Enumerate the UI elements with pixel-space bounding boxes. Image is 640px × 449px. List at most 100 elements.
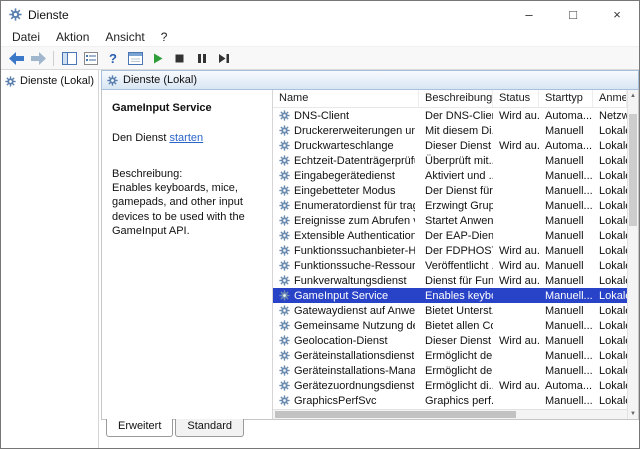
vertical-scrollbar[interactable]: ▲ ▼ <box>627 90 638 419</box>
tab-erweitert[interactable]: Erweitert <box>106 419 173 437</box>
table-row[interactable]: Extensible Authentication-P... Der EAP-D… <box>273 228 627 243</box>
minimize-button[interactable]: – <box>507 1 551 28</box>
help-button[interactable]: ? <box>103 48 123 68</box>
pause-service-button[interactable] <box>191 48 211 68</box>
menu-ansicht[interactable]: Ansicht <box>97 29 152 45</box>
service-gear-icon <box>279 335 290 346</box>
table-row[interactable]: GameInput Service Enables keybo... Manue… <box>273 288 627 303</box>
service-description-cell: Graphics perf... <box>419 393 493 408</box>
service-list-pane: Name Beschreibung Status Starttyp Anmeld… <box>272 90 638 419</box>
service-gear-icon <box>279 290 290 301</box>
service-description-cell: Ermöglicht de... <box>419 363 493 378</box>
back-button[interactable] <box>6 48 26 68</box>
forward-icon <box>31 52 46 65</box>
column-header-beschreibung[interactable]: Beschreibung <box>419 90 493 107</box>
service-gear-icon <box>279 185 290 196</box>
service-logon-cell: Lokales <box>593 333 627 348</box>
service-gear-icon <box>279 230 290 241</box>
horizontal-scrollbar-thumb[interactable] <box>275 411 516 418</box>
service-logon-cell: Lokales <box>593 318 627 333</box>
tree-item-dienste-lokal[interactable]: Dienste (Lokal) <box>1 73 98 89</box>
properties-button[interactable] <box>125 48 145 68</box>
table-row[interactable]: Druckwarteschlange Dieser Dienst s... Wi… <box>273 138 627 153</box>
service-logon-cell: Lokales <box>593 138 627 153</box>
service-status-cell <box>493 318 539 333</box>
table-row[interactable]: Funktionssuchanbieter-Host Der FDPHOST..… <box>273 243 627 258</box>
table-row[interactable]: Funkverwaltungsdienst Dienst für Fun... … <box>273 273 627 288</box>
restart-service-button[interactable] <box>213 48 233 68</box>
menu-aktion[interactable]: Aktion <box>48 29 97 45</box>
service-status-cell <box>493 288 539 303</box>
service-logon-cell: Lokales <box>593 363 627 378</box>
service-starttype-cell: Manuell <box>539 213 593 228</box>
table-row[interactable]: Geräteinstallations-Manager Ermöglicht d… <box>273 363 627 378</box>
tree-item-label: Dienste (Lokal) <box>20 75 94 87</box>
service-name-cell: Echtzeit-Datenträgerprüfung <box>294 155 415 167</box>
service-name-cell: Geolocation-Dienst <box>294 335 388 347</box>
table-row[interactable]: DNS-Client Der DNS-Clien... Wird au... A… <box>273 108 627 123</box>
table-row[interactable]: Gemeinsame Nutzung der I... Bietet allen… <box>273 318 627 333</box>
column-header-name[interactable]: Name <box>273 90 419 107</box>
tab-standard[interactable]: Standard <box>175 419 244 437</box>
menu-datei[interactable]: Datei <box>4 29 48 45</box>
service-name-cell: Funktionssuchanbieter-Host <box>294 245 415 257</box>
service-description-cell: Der FDPHOST... <box>419 243 493 258</box>
service-logon-cell: Lokales <box>593 213 627 228</box>
help-icon: ? <box>109 51 117 66</box>
scroll-up-icon[interactable]: ▲ <box>628 90 638 101</box>
service-starttype-cell: Manuell... <box>539 363 593 378</box>
maximize-button[interactable]: □ <box>551 1 595 28</box>
titlebar: Dienste – □ × <box>1 1 639 28</box>
service-logon-cell: Lokaler <box>593 273 627 288</box>
table-row[interactable]: Eingebetteter Modus Der Dienst für ... M… <box>273 183 627 198</box>
table-row[interactable]: Ereignisse zum Abrufen von... Startet An… <box>273 213 627 228</box>
column-header-status[interactable]: Status <box>493 90 539 107</box>
selected-service-name: GameInput Service <box>112 102 266 114</box>
table-row[interactable]: GraphicsPerfSvc Graphics perf... Manuell… <box>273 393 627 408</box>
scroll-down-icon[interactable]: ▼ <box>628 408 638 419</box>
table-row[interactable]: Geräteinstallationsdienst Ermöglicht de.… <box>273 348 627 363</box>
service-status-cell <box>493 198 539 213</box>
service-name-cell: DNS-Client <box>294 110 349 122</box>
vertical-scrollbar-thumb[interactable] <box>629 114 637 226</box>
show-console-tree-button[interactable] <box>59 48 79 68</box>
table-row[interactable]: Enumeratordienst für tragb... Erzwingt G… <box>273 198 627 213</box>
service-name-cell: Geräteinstallationsdienst <box>294 350 414 362</box>
service-gear-icon <box>279 260 290 271</box>
list-header: Name Beschreibung Status Starttyp Anmeld <box>273 90 627 108</box>
service-status-cell <box>493 348 539 363</box>
table-row[interactable]: Geolocation-Dienst Dieser Dienst ... Wir… <box>273 333 627 348</box>
pause-service-icon <box>195 52 208 65</box>
service-logon-cell: Lokales <box>593 378 627 393</box>
table-row[interactable]: Eingabegerätedienst Aktiviert und ... Ma… <box>273 168 627 183</box>
column-header-anmelden[interactable]: Anmeld <box>593 90 627 107</box>
export-list-button[interactable] <box>81 48 101 68</box>
service-logon-cell: Lokales <box>593 153 627 168</box>
service-starttype-cell: Manuell <box>539 243 593 258</box>
start-service-button[interactable] <box>147 48 167 68</box>
table-row[interactable]: Funktionssuche-Ressource... Veröffentlic… <box>273 258 627 273</box>
table-row[interactable]: Gatewaydienst auf Anwend... Bietet Unter… <box>273 303 627 318</box>
service-description-cell: Dieser Dienst s... <box>419 138 493 153</box>
stop-service-button[interactable] <box>169 48 189 68</box>
start-service-link[interactable]: starten <box>169 132 203 144</box>
service-starttype-cell: Manuell... <box>539 318 593 333</box>
service-status-cell: Wird au... <box>493 378 539 393</box>
service-starttype-cell: Manuell <box>539 258 593 273</box>
bottom-spacer <box>101 438 639 448</box>
table-row[interactable]: Gerätezuordnungsdienst Ermöglicht di... … <box>273 378 627 393</box>
service-name-cell: Gerätezuordnungsdienst <box>294 380 414 392</box>
show-console-tree-icon <box>62 52 77 65</box>
horizontal-scrollbar[interactable] <box>273 409 627 419</box>
table-row[interactable]: Druckererweiterungen und ... Mit diesem … <box>273 123 627 138</box>
column-header-starttyp[interactable]: Starttyp <box>539 90 593 107</box>
service-status-cell <box>493 168 539 183</box>
service-starttype-cell: Automa... <box>539 108 593 123</box>
service-name-cell: GraphicsPerfSvc <box>294 395 377 407</box>
close-button[interactable]: × <box>595 1 639 28</box>
service-name-cell: Funktionssuche-Ressource... <box>294 260 415 272</box>
table-row[interactable]: Echtzeit-Datenträgerprüfung Überprüft mi… <box>273 153 627 168</box>
forward-button[interactable] <box>28 48 48 68</box>
toolbar-separator <box>53 51 54 66</box>
menu-hilfe[interactable]: ? <box>153 29 176 45</box>
